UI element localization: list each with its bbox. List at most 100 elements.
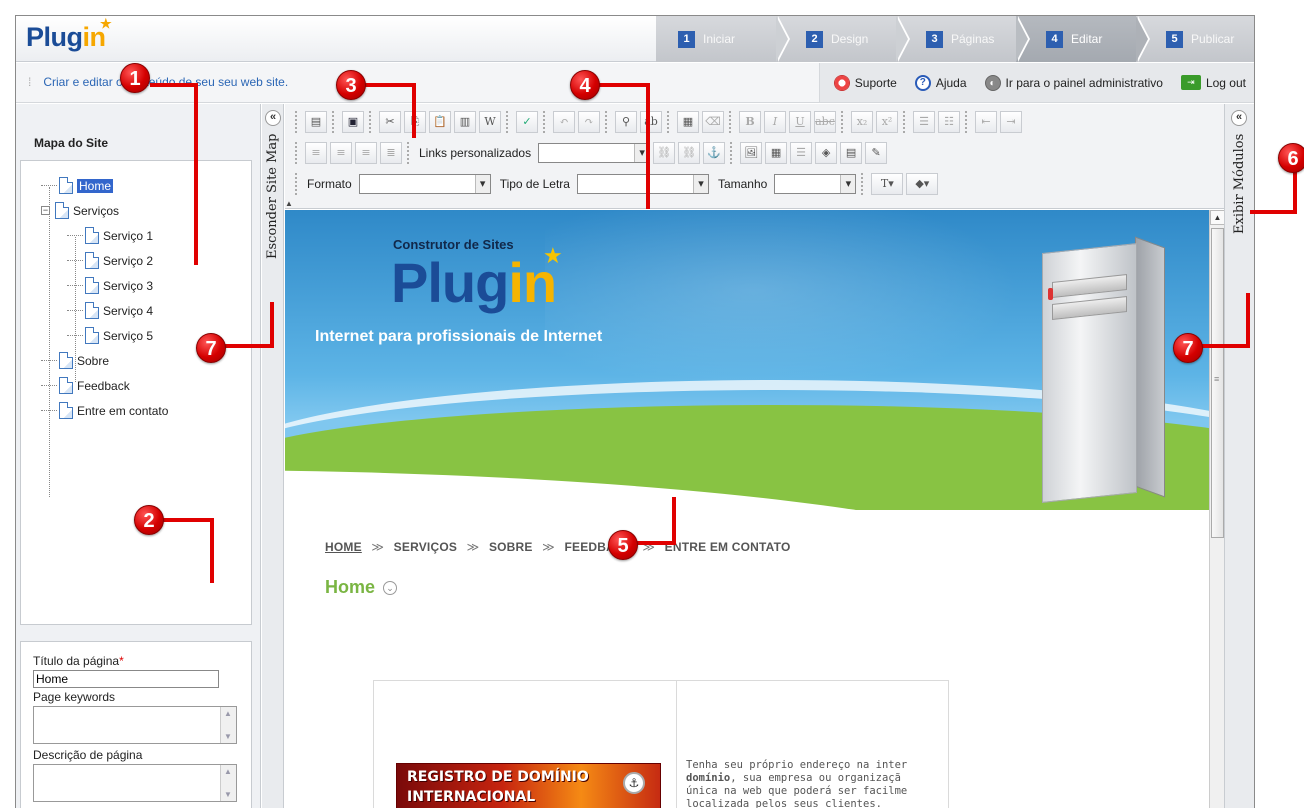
unlink-icon[interactable]: ⛓ [678, 142, 701, 164]
content-scrollbar[interactable]: ▲ [1209, 210, 1225, 808]
site-nav: HOME ≫ SERVIÇOS ≫ SOBRE ≫ FEEDBACK ≫ ENT… [325, 540, 791, 554]
link-icon[interactable]: ⛓ [653, 142, 676, 164]
tree-item-home[interactable]: Home [41, 173, 251, 198]
cut-icon[interactable]: ✂ [379, 111, 401, 133]
unordered-list-icon[interactable]: ☷ [938, 111, 960, 133]
paste-word-icon[interactable]: W [479, 111, 501, 133]
nav-home[interactable]: HOME [325, 540, 362, 554]
hide-sitemap-label[interactable]: Esconder Site Map [265, 134, 280, 294]
special-char-icon[interactable]: ✎ [865, 142, 888, 164]
help-link[interactable]: ? Ajuda [914, 74, 967, 91]
admin-panel-link[interactable]: ◐ Ir para o painel administrativo [984, 74, 1163, 91]
toolbar-row-3: Formato Tipo de Letra Tamanho T▾ ◆▾ [293, 170, 939, 198]
nav-servicos[interactable]: SERVIÇOS [394, 540, 457, 554]
page-keywords-textarea[interactable] [33, 706, 237, 744]
align-right-icon[interactable]: ≡ [355, 142, 377, 164]
step-publicar[interactable]: 5 Publicar [1136, 16, 1254, 62]
indent-icon[interactable]: ⇥ [1000, 111, 1022, 133]
font-select[interactable] [576, 174, 709, 194]
size-select[interactable] [774, 174, 857, 194]
underline-icon[interactable]: U [789, 111, 811, 133]
tree-item-servico-2[interactable]: Serviço 2 [41, 248, 251, 273]
lifebuoy-icon [833, 74, 850, 91]
annotation-4: 4 [570, 70, 600, 100]
sitemap-tree: Home − Serviços Serviço 1 Serviço 2 Servi… [20, 160, 252, 625]
page-icon [85, 327, 99, 344]
tree-item-servico-4[interactable]: Serviço 4 [41, 298, 251, 323]
step-label: Publicar [1191, 32, 1235, 46]
save-icon[interactable]: ▣ [342, 111, 364, 133]
align-center-icon[interactable]: ≡ [330, 142, 352, 164]
tree-item-feedback[interactable]: Feedback [41, 373, 251, 398]
format-select[interactable] [358, 174, 491, 194]
image-icon[interactable]: 🖼 [740, 142, 763, 164]
support-link[interactable]: Suporte [833, 74, 897, 91]
paste-icon[interactable]: 📋 [429, 111, 451, 133]
background-color-icon[interactable]: ◆▾ [906, 173, 939, 195]
align-justify-icon[interactable]: ≣ [380, 142, 402, 164]
toolbar-collapse-icon[interactable]: ▲ [285, 199, 293, 208]
select-all-icon[interactable]: ▦ [677, 111, 699, 133]
nav-sobre[interactable]: SOBRE [489, 540, 533, 554]
hide-sitemap-bar[interactable]: « Esconder Site Map [262, 104, 284, 808]
page-title-input[interactable] [33, 670, 219, 688]
strikethrough-icon[interactable]: abc [814, 111, 836, 133]
step-number: 4 [1046, 30, 1063, 48]
redo-icon[interactable]: ↷ [578, 111, 600, 133]
scroll-thumb[interactable] [1211, 228, 1224, 538]
admin-icon: ◐ [984, 74, 1001, 91]
collapse-tree-icon[interactable]: − [41, 206, 50, 215]
step-number: 3 [926, 30, 943, 48]
outdent-icon[interactable]: ⇤ [975, 111, 997, 133]
step-iniciar[interactable]: 1 Iniciar [656, 16, 790, 62]
find-icon[interactable]: ⚲ [615, 111, 637, 133]
scrollbar[interactable] [220, 765, 236, 801]
paste-text-icon[interactable]: ▥ [454, 111, 476, 133]
step-editar[interactable]: 4 Editar [1016, 16, 1150, 62]
table-icon[interactable]: ▦ [765, 142, 788, 164]
annotation-1: 1 [120, 63, 150, 93]
custom-links-select[interactable] [538, 143, 651, 163]
page-icon [85, 302, 99, 319]
replace-icon[interactable]: ab [640, 111, 662, 133]
form-icon[interactable]: ▤ [840, 142, 863, 164]
italic-icon[interactable]: I [764, 111, 786, 133]
flash-icon[interactable]: ◈ [815, 142, 838, 164]
page-editor: ▤ ▣ ✂ ⎘ 📋 ▥ W ✓ ↶ ↷ ⚲ ab ▦ ⌫ [285, 104, 1225, 808]
nav-contato[interactable]: ENTRE EM CONTATO [665, 540, 791, 554]
sitemap-title: Mapa do Site [34, 136, 109, 150]
collapse-right-icon[interactable]: « [1231, 110, 1247, 126]
eraser-icon[interactable]: ⌫ [702, 111, 724, 133]
page-icon [59, 177, 73, 194]
superscript-icon[interactable]: x² [876, 111, 898, 133]
show-modules-label[interactable]: Exibir Módulos [1232, 134, 1247, 264]
tree-item-servico-3[interactable]: Serviço 3 [41, 273, 251, 298]
format-label: Formato [307, 177, 352, 191]
align-left-icon[interactable]: ≡ [305, 142, 327, 164]
subscript-icon[interactable]: x₂ [851, 111, 873, 133]
bold-icon[interactable]: B [739, 111, 761, 133]
scroll-up-icon[interactable]: ▲ [1210, 210, 1225, 225]
annotation-2: 2 [134, 505, 164, 535]
spellcheck-icon[interactable]: ✓ [516, 111, 538, 133]
tree-item-servicos[interactable]: − Serviços [41, 198, 251, 223]
app-logo[interactable]: Plugin ★ [26, 16, 112, 53]
font-label: Tipo de Letra [499, 177, 570, 191]
editable-content[interactable]: Construtor de Sites Plugin ★ Internet pa… [285, 210, 1210, 808]
page-description-textarea[interactable] [33, 764, 237, 802]
hr-icon[interactable]: ☰ [790, 142, 813, 164]
scrollbar[interactable] [220, 707, 236, 743]
tree-item-servico-1[interactable]: Serviço 1 [41, 223, 251, 248]
step-design[interactable]: 2 Design [776, 16, 910, 62]
step-paginas[interactable]: 3 Páginas [896, 16, 1030, 62]
anchor-icon[interactable]: ⚓ [703, 142, 726, 164]
page-icon [85, 227, 99, 244]
expand-icon[interactable]: ⌄ [383, 580, 398, 595]
template-icon[interactable]: ▤ [305, 111, 327, 133]
ordered-list-icon[interactable]: ☰ [913, 111, 935, 133]
collapse-left-icon[interactable]: « [265, 110, 281, 126]
text-color-icon[interactable]: T▾ [871, 173, 904, 195]
undo-icon[interactable]: ↶ [553, 111, 575, 133]
logout-link[interactable]: ⇥ Log out [1180, 75, 1246, 90]
tree-item-contato[interactable]: Entre em contato [41, 398, 251, 423]
